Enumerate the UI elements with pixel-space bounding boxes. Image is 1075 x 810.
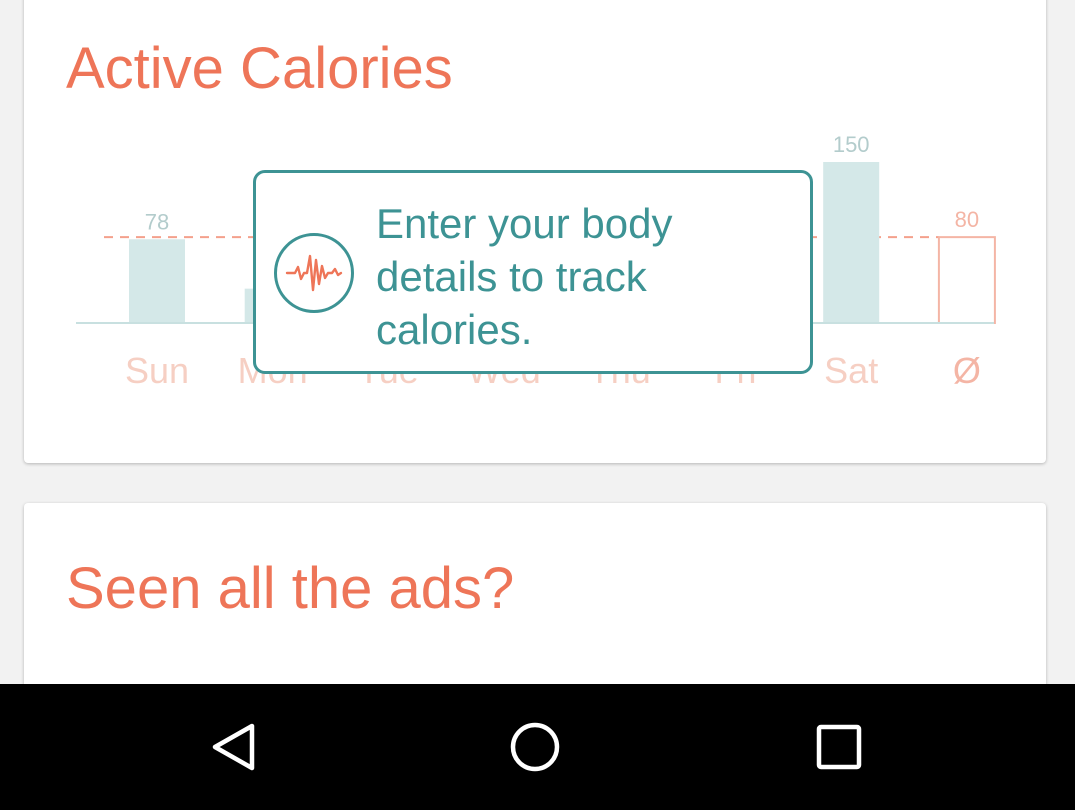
bar-sun <box>129 239 185 323</box>
tooltip-message: Enter your body details to track calorie… <box>376 200 673 353</box>
recents-square-icon[interactable] <box>804 712 874 782</box>
average-bar <box>937 236 996 324</box>
ads-card-title: Seen all the ads? <box>66 556 515 621</box>
body-details-tooltip[interactable]: Enter your body details to track calorie… <box>253 170 813 374</box>
bar-sat <box>823 162 880 323</box>
ads-card[interactable]: Seen all the ads? <box>24 503 1046 703</box>
day-label-sun: Sun <box>125 350 189 391</box>
system-navigation-bar <box>0 684 1075 810</box>
back-triangle-icon[interactable] <box>198 712 268 782</box>
bar-value-sun: 78 <box>145 209 169 234</box>
average-symbol-label: Ø <box>953 350 981 391</box>
average-value-label: 80 <box>955 207 979 232</box>
bar-value-sat: 150 <box>833 132 870 157</box>
day-label-sat: Sat <box>824 350 878 391</box>
home-circle-icon[interactable] <box>500 712 570 782</box>
heartbeat-icon <box>274 233 354 313</box>
